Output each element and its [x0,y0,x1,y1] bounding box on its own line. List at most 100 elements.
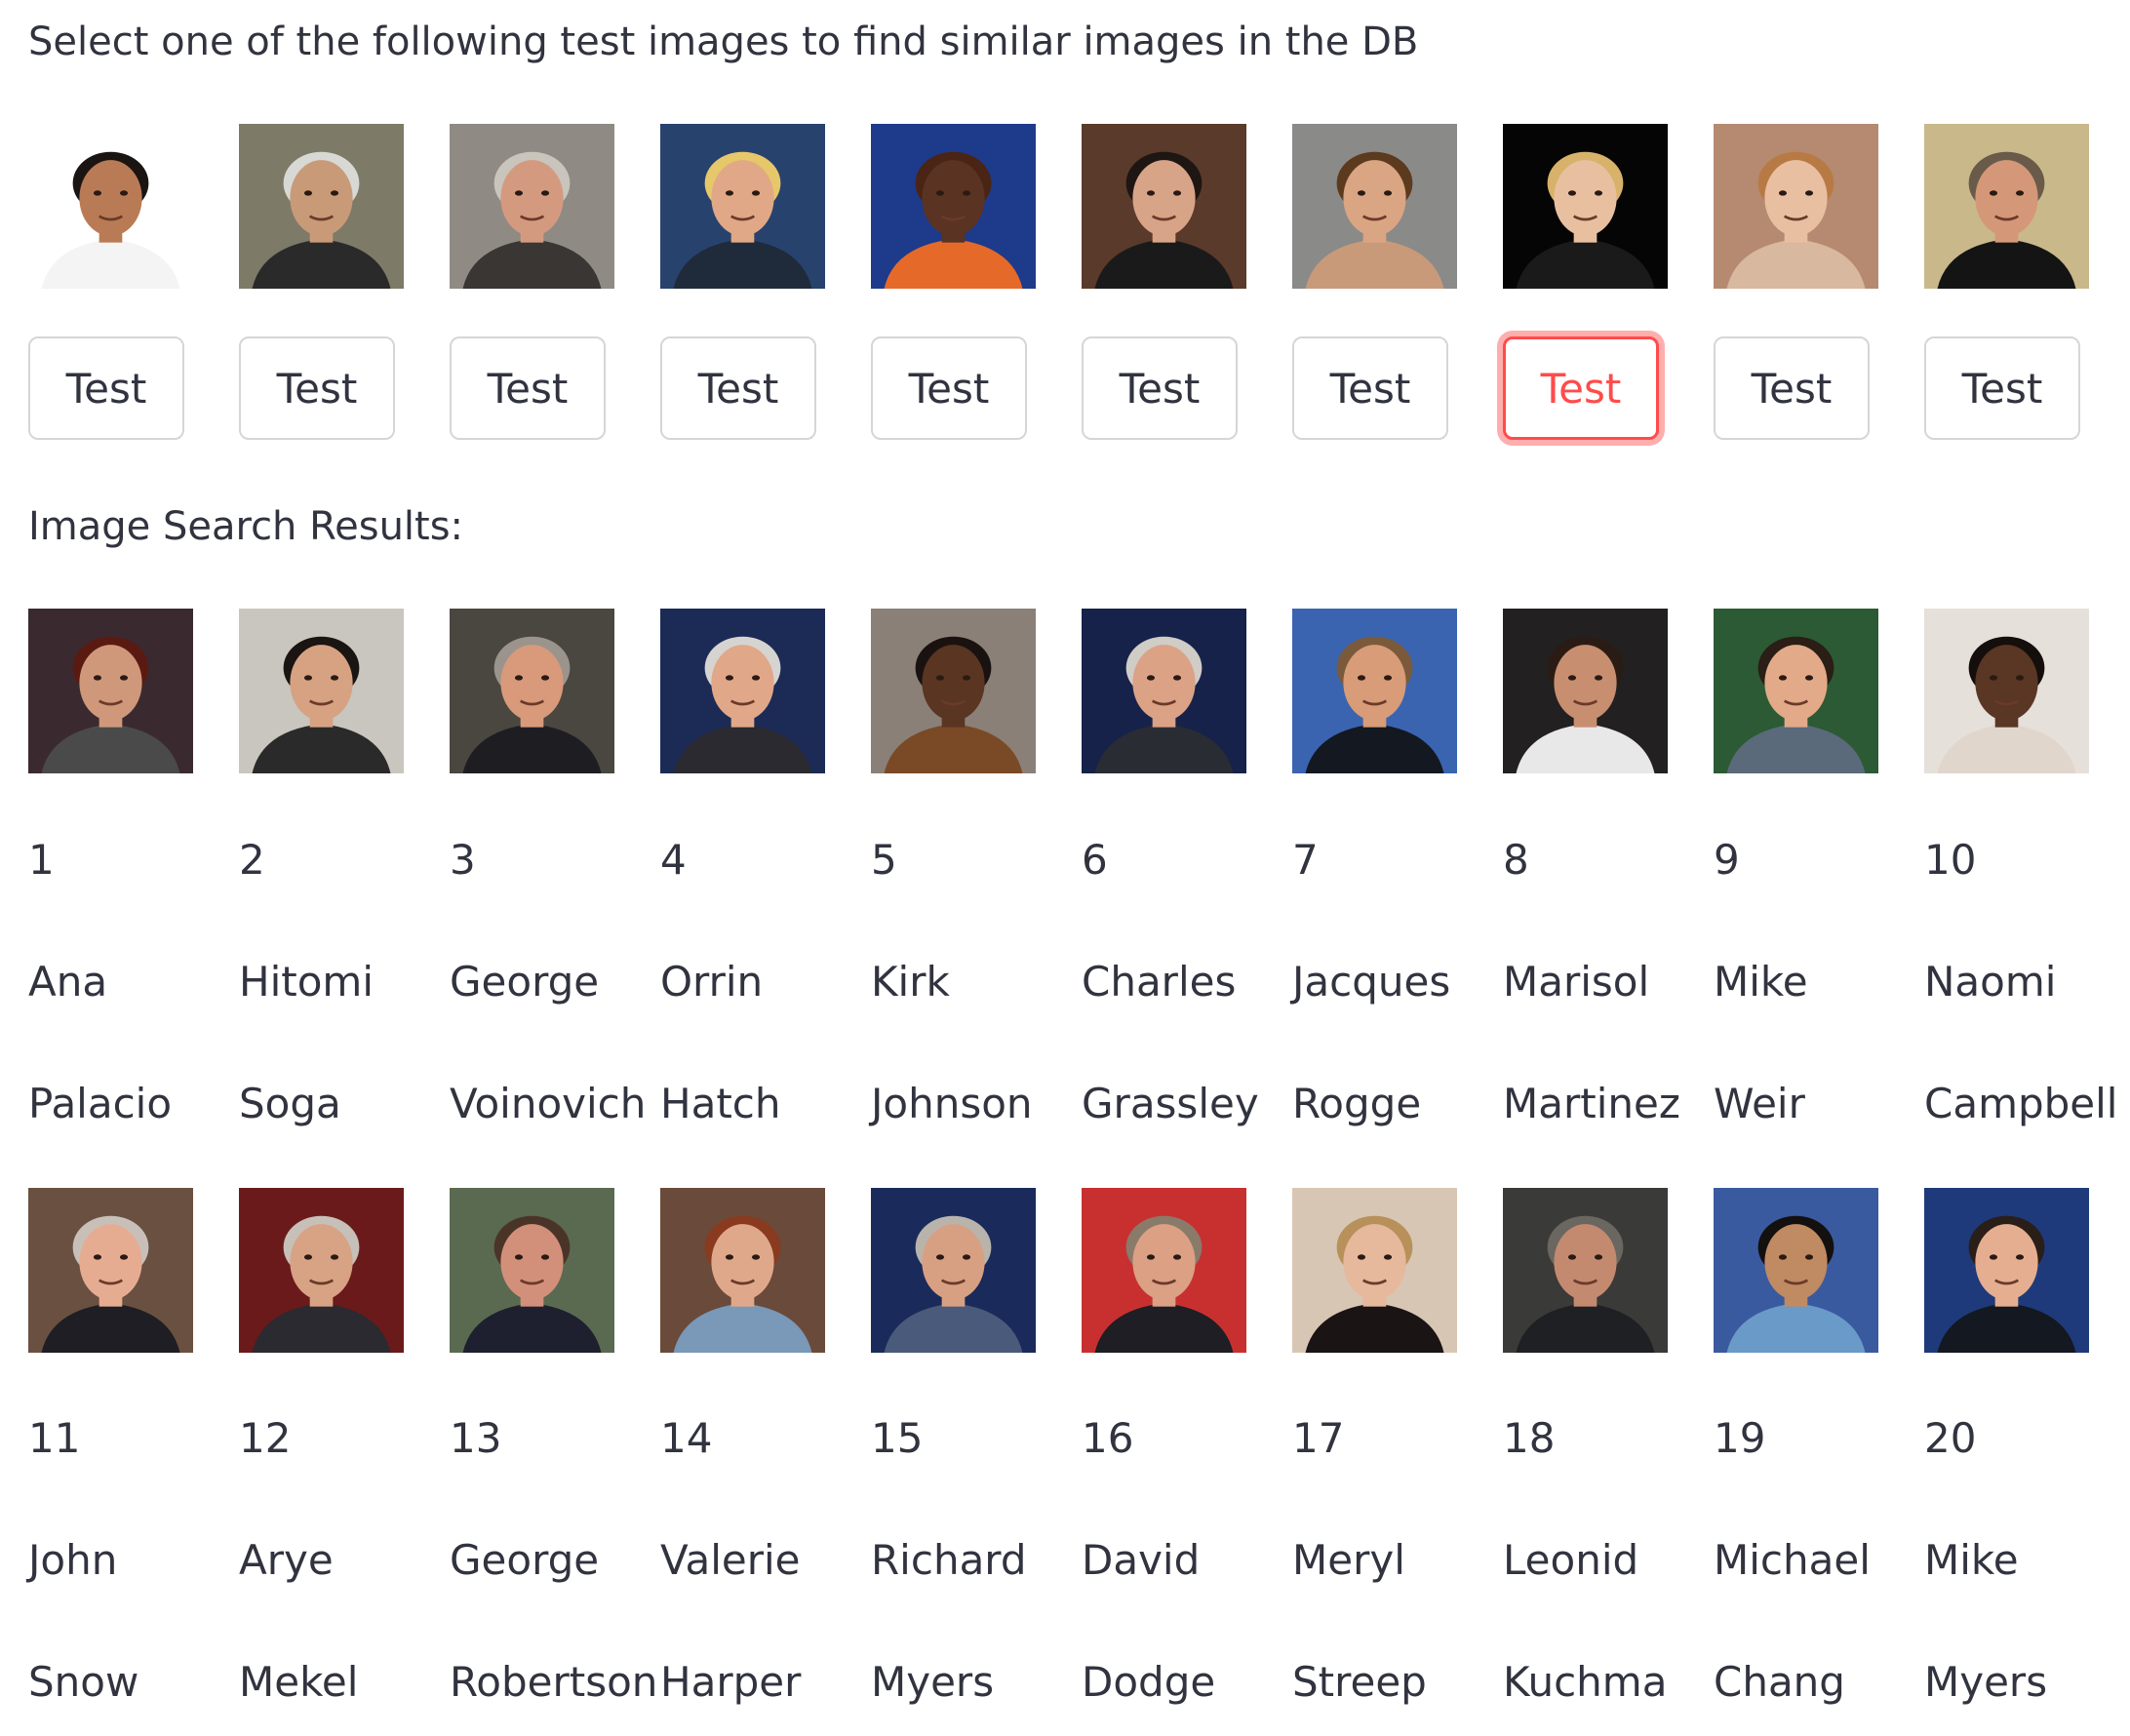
test-image-7 [1292,124,1457,289]
result-image-9 [1714,609,1878,773]
face-photo-icon [239,609,404,773]
face-photo-icon [1714,1188,1878,1353]
face-photo-icon [450,1188,614,1353]
result-image-15 [871,1188,1036,1353]
face-photo-icon [28,124,193,289]
face-photo-icon [450,609,614,773]
result-last-name: Robertson [450,1658,658,1706]
result-image-10 [1924,609,2089,773]
result-rank: 16 [1082,1414,1134,1462]
test-button-4[interactable]: Test [660,336,816,440]
test-button-6[interactable]: Test [1082,336,1238,440]
result-last-name: Weir [1714,1080,1805,1127]
result-last-name: Harper [660,1658,802,1706]
face-photo-icon [28,1188,193,1353]
result-first-name: Valerie [660,1536,801,1584]
result-first-name: Mike [1924,1536,2019,1584]
result-first-name: Orrin [660,958,764,1006]
result-image-5 [871,609,1036,773]
result-rank: 12 [239,1414,292,1462]
result-last-name: Palacio [28,1080,173,1127]
result-image-7 [1292,609,1457,773]
test-image-5 [871,124,1036,289]
result-first-name: George [450,1536,600,1584]
face-photo-icon [1714,609,1878,773]
test-image-4 [660,124,825,289]
result-last-name: Dodge [1082,1658,1216,1706]
result-rank: 9 [1714,836,1740,884]
face-photo-icon [1714,124,1878,289]
result-last-name: Martinez [1503,1080,1680,1127]
face-photo-icon [1924,609,2089,773]
test-button-8[interactable]: Test [1503,336,1659,440]
face-photo-icon [1503,1188,1668,1353]
result-first-name: Kirk [871,958,950,1006]
result-rank: 5 [871,836,897,884]
face-photo-icon [1924,124,2089,289]
face-photo-icon [450,124,614,289]
instruction-text: Select one of the following test images … [28,20,1419,64]
test-image-6 [1082,124,1246,289]
face-photo-icon [1503,609,1668,773]
result-rank: 13 [450,1414,502,1462]
result-first-name: George [450,958,600,1006]
test-image-3 [450,124,614,289]
test-image-1 [28,124,193,289]
face-photo-icon [1292,124,1457,289]
test-button-5[interactable]: Test [871,336,1027,440]
result-first-name: Mike [1714,958,1808,1006]
result-image-12 [239,1188,404,1353]
result-first-name: Meryl [1292,1536,1405,1584]
result-first-name: Marisol [1503,958,1650,1006]
face-photo-icon [871,609,1036,773]
result-last-name: Chang [1714,1658,1845,1706]
face-photo-icon [660,609,825,773]
face-photo-icon [1082,609,1246,773]
test-button-1[interactable]: Test [28,336,184,440]
result-last-name: Johnson [871,1080,1033,1127]
result-image-20 [1924,1188,2089,1353]
result-first-name: Naomi [1924,958,2057,1006]
result-image-13 [450,1188,614,1353]
result-image-8 [1503,609,1668,773]
result-last-name: Soga [239,1080,341,1127]
result-first-name: Leonid [1503,1536,1639,1584]
test-image-8 [1503,124,1668,289]
result-rank: 6 [1082,836,1108,884]
face-photo-icon [1082,124,1246,289]
result-first-name: Richard [871,1536,1027,1584]
result-first-name: Michael [1714,1536,1871,1584]
result-rank: 7 [1292,836,1319,884]
result-image-16 [1082,1188,1246,1353]
test-button-3[interactable]: Test [450,336,606,440]
result-image-4 [660,609,825,773]
face-photo-icon [1292,1188,1457,1353]
test-button-2[interactable]: Test [239,336,395,440]
test-button-7[interactable]: Test [1292,336,1448,440]
result-rank: 14 [660,1414,713,1462]
result-first-name: Jacques [1292,958,1451,1006]
result-first-name: John [28,1536,118,1584]
result-rank: 8 [1503,836,1529,884]
result-last-name: Myers [1924,1658,2048,1706]
result-image-19 [1714,1188,1878,1353]
result-image-2 [239,609,404,773]
result-rank: 2 [239,836,265,884]
face-photo-icon [239,1188,404,1353]
result-image-11 [28,1188,193,1353]
test-button-9[interactable]: Test [1714,336,1870,440]
result-rank: 11 [28,1414,81,1462]
result-last-name: Campbell [1924,1080,2118,1127]
result-image-6 [1082,609,1246,773]
face-photo-icon [1503,124,1668,289]
result-last-name: Grassley [1082,1080,1259,1127]
test-image-9 [1714,124,1878,289]
result-last-name: Kuchma [1503,1658,1668,1706]
result-image-14 [660,1188,825,1353]
result-last-name: Streep [1292,1658,1427,1706]
result-first-name: Arye [239,1536,334,1584]
result-rank: 1 [28,836,55,884]
result-first-name: David [1082,1536,1201,1584]
result-last-name: Snow [28,1658,139,1706]
test-button-10[interactable]: Test [1924,336,2080,440]
